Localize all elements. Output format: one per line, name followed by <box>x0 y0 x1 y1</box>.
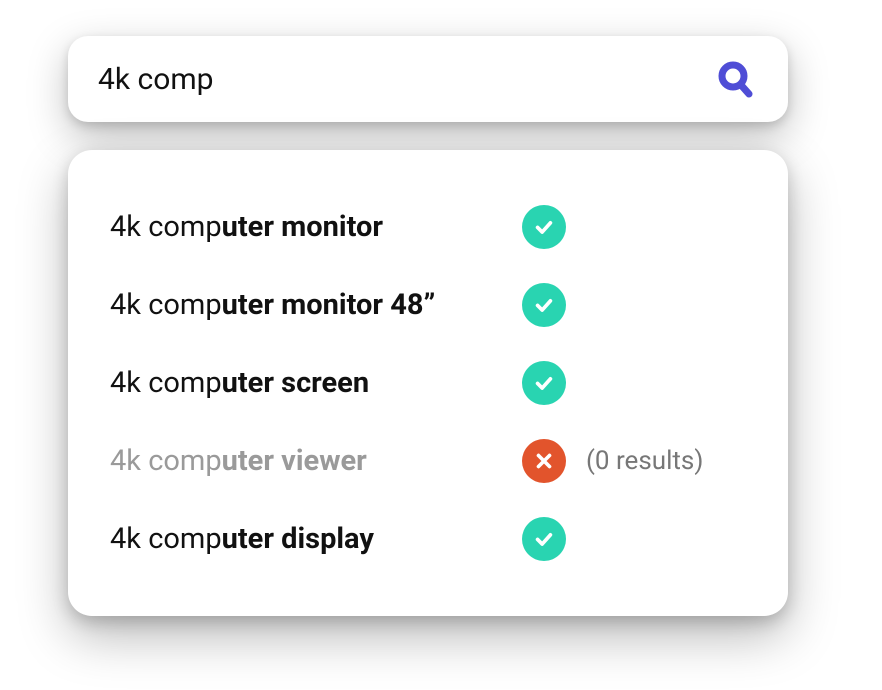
suggestion-text: 4k computer monitor <box>110 210 522 244</box>
search-button[interactable] <box>714 57 758 101</box>
suggestion-text: 4k computer monitor 48” <box>110 288 522 322</box>
suggestion-text: 4k computer screen <box>110 366 522 400</box>
suggestion-text: 4k computer viewer <box>110 444 522 478</box>
check-icon <box>522 283 566 327</box>
search-input[interactable] <box>98 62 714 97</box>
search-icon <box>716 59 756 99</box>
suggestion-note: (0 results) <box>586 446 703 476</box>
x-icon <box>522 439 566 483</box>
suggestion-text: 4k computer display <box>110 522 522 556</box>
suggestion-item[interactable]: 4k computer display <box>110 500 746 578</box>
suggestion-item[interactable]: 4k computer monitor 48” <box>110 266 746 344</box>
suggestion-item[interactable]: 4k computer monitor <box>110 188 746 266</box>
suggestions-panel: 4k computer monitor 4k computer monitor … <box>68 150 788 616</box>
search-bar[interactable] <box>68 36 788 122</box>
check-icon <box>522 361 566 405</box>
check-icon <box>522 517 566 561</box>
check-icon <box>522 205 566 249</box>
suggestion-item[interactable]: 4k computer viewer (0 results) <box>110 422 746 500</box>
suggestion-item[interactable]: 4k computer screen <box>110 344 746 422</box>
